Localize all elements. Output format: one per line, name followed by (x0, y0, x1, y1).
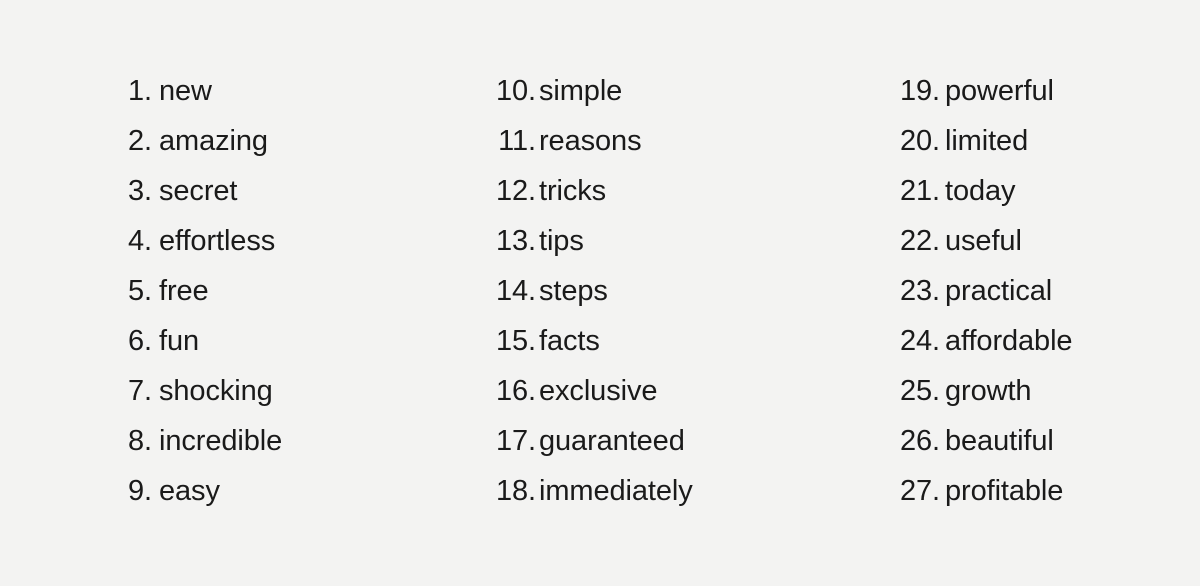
list-item-word: exclusive (539, 375, 658, 407)
list-item-number: 23. (899, 275, 940, 307)
list-item: 17. guaranteed (490, 416, 890, 466)
list-item: 21. today (890, 166, 1190, 216)
list-item-number: 2. (128, 125, 152, 157)
word-list-columns: 1. new 2. amazing 3. secret 4. effortles… (0, 66, 1200, 516)
list-item: 27. profitable (890, 466, 1190, 516)
list-item: 16. exclusive (490, 366, 890, 416)
list-item-word: amazing (159, 125, 268, 157)
list-item: 4. effortless (118, 216, 486, 266)
list-item-word: beautiful (945, 425, 1054, 457)
list-item-number: 27. (899, 475, 940, 507)
list-item-word: effortless (159, 225, 276, 257)
list-item-number: 3. (128, 175, 152, 207)
list-item-number: 14. (495, 275, 536, 307)
list-item: 13. tips (490, 216, 890, 266)
word-list-column-3: 19. powerful 20. limited 21. today 22. u… (890, 66, 1190, 516)
list-item-word: shocking (159, 375, 273, 407)
list-item-number: 21. (899, 175, 940, 207)
list-item-word: affordable (945, 325, 1073, 357)
list-item-number: 10. (495, 75, 536, 107)
list-item-word: secret (159, 175, 238, 207)
list-item: 26. beautiful (890, 416, 1190, 466)
document-page: 1. new 2. amazing 3. secret 4. effortles… (0, 0, 1200, 586)
list-item: 1. new (118, 66, 486, 116)
list-item-number: 19. (899, 75, 940, 107)
list-item-word: incredible (159, 425, 283, 457)
list-item-word: useful (945, 225, 1022, 257)
list-item: 24. affordable (890, 316, 1190, 366)
word-list-column-1: 1. new 2. amazing 3. secret 4. effortles… (118, 66, 486, 516)
list-item: 12. tricks (490, 166, 890, 216)
list-item-word: practical (945, 275, 1053, 307)
list-item-word: powerful (945, 75, 1054, 107)
list-item: 10. simple (490, 66, 890, 116)
list-item: 5. free (118, 266, 486, 316)
list-item-number: 12. (495, 175, 536, 207)
list-item-number: 13. (495, 225, 536, 257)
list-item-number: 18. (495, 475, 536, 507)
list-item-number: 24. (899, 325, 940, 357)
list-item-number: 6. (128, 325, 152, 357)
list-item: 8. incredible (118, 416, 486, 466)
list-item-word: today (945, 175, 1016, 207)
word-list-column-2: 10. simple 11. reasons 12. tricks 13. ti… (490, 66, 890, 516)
list-item-word: fun (159, 325, 200, 357)
list-item: 7. shocking (118, 366, 486, 416)
list-item-number: 5. (128, 275, 152, 307)
list-item: 20. limited (890, 116, 1190, 166)
list-item: 18. immediately (490, 466, 890, 516)
list-item-word: profitable (945, 475, 1064, 507)
list-item-word: easy (159, 475, 220, 507)
list-item: 3. secret (118, 166, 486, 216)
list-item-word: limited (945, 125, 1029, 157)
list-item-word: free (159, 275, 209, 307)
list-item-word: simple (539, 75, 623, 107)
list-item-number: 8. (128, 425, 152, 457)
list-item-number: 4. (128, 225, 152, 257)
list-item-word: new (159, 75, 212, 107)
list-item: 2. amazing (118, 116, 486, 166)
list-item: 19. powerful (890, 66, 1190, 116)
list-item: 22. useful (890, 216, 1190, 266)
list-item-word: steps (539, 275, 608, 307)
list-item: 14. steps (490, 266, 890, 316)
list-item: 15. facts (490, 316, 890, 366)
list-item-word: tricks (539, 175, 607, 207)
list-item-word: immediately (539, 475, 693, 507)
list-item-word: tips (539, 225, 584, 257)
list-item-word: growth (945, 375, 1032, 407)
list-item-number: 9. (128, 475, 152, 507)
list-item-word: facts (539, 325, 600, 357)
list-item-number: 22. (899, 225, 940, 257)
list-item-number: 7. (128, 375, 152, 407)
list-item: 25. growth (890, 366, 1190, 416)
list-item-number: 17. (495, 425, 536, 457)
list-item-number: 25. (899, 375, 940, 407)
list-item: 9. easy (118, 466, 486, 516)
list-item-number: 11. (498, 125, 536, 157)
list-item-number: 16. (495, 375, 536, 407)
list-item-word: guaranteed (539, 425, 685, 457)
list-item-number: 20. (899, 125, 940, 157)
list-item: 6. fun (118, 316, 486, 366)
list-item-number: 26. (899, 425, 940, 457)
list-item-word: reasons (539, 125, 642, 157)
list-item-number: 15. (495, 325, 536, 357)
list-item: 23. practical (890, 266, 1190, 316)
list-item: 11. reasons (490, 116, 890, 166)
list-item-number: 1. (128, 75, 152, 107)
